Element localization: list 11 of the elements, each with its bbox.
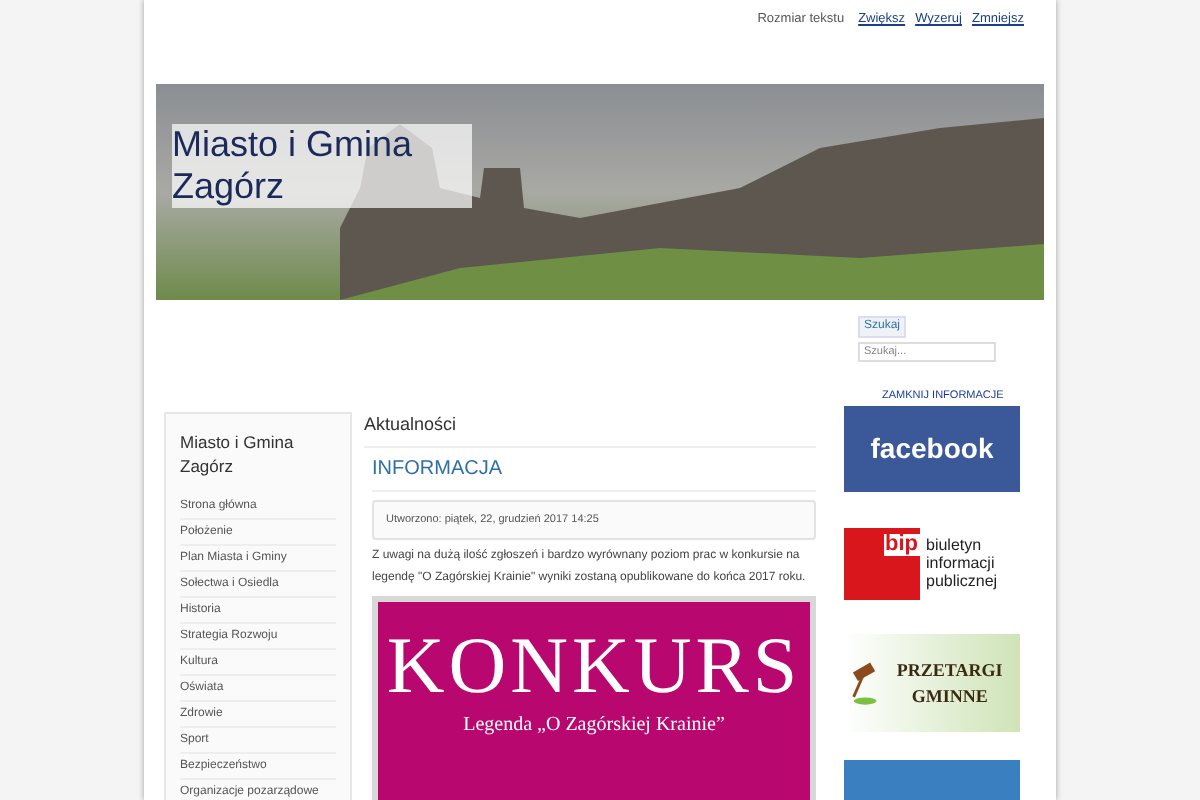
banner-text: biuletyn informacji publicznej [926, 536, 1000, 590]
sidebar-title: Miasto i Gmina Zagórz [180, 430, 296, 478]
banner-subtitle: Legenda „O Zagórskiej Krainie” [463, 711, 725, 740]
image-banner[interactable] [844, 760, 1020, 800]
section-heading: Aktualności [364, 412, 816, 447]
facebook-logo-text[interactable]: facebook [870, 428, 994, 470]
bip-logo-text: bip [883, 533, 920, 555]
article-title: INFORMACJA [372, 447, 816, 491]
site-title: Miasto i Gmina Zagórz [172, 124, 472, 208]
banner-text: PRZETARGI GMINNE [894, 657, 1005, 709]
banner-title: KONKURS [386, 621, 802, 710]
